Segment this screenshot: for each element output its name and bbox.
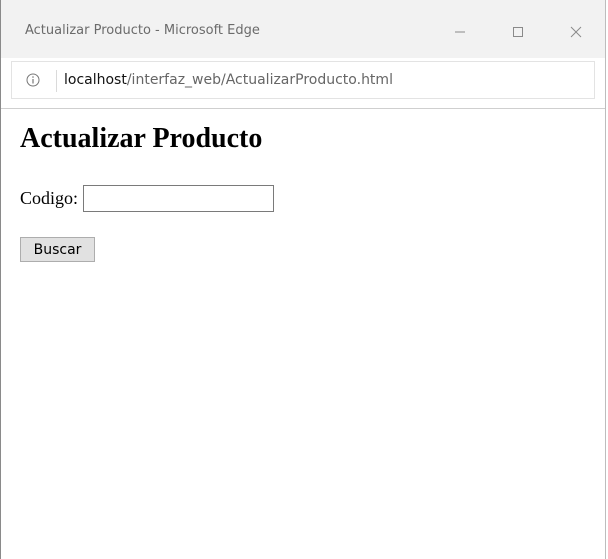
maximize-icon [513, 27, 523, 37]
codigo-label: Codigo: [20, 188, 79, 208]
address-bar[interactable]: localhost/interfaz_web/ActualizarProduct… [11, 61, 595, 99]
close-icon [570, 26, 582, 38]
title-bar[interactable]: Actualizar Producto - Microsoft Edge [1, 0, 605, 58]
close-button[interactable] [547, 12, 605, 52]
url-path: /interfaz_web/ActualizarProducto.html [126, 72, 393, 88]
codigo-input[interactable] [83, 185, 275, 212]
browser-window: Actualizar Producto - Microsoft Edge loc… [0, 0, 606, 559]
maximize-button[interactable] [489, 12, 547, 52]
minimize-icon [455, 31, 465, 33]
url-divider [56, 70, 57, 92]
window-title: Actualizar Producto - Microsoft Edge [25, 23, 260, 38]
url-host: localhost [64, 72, 127, 88]
window-controls [431, 12, 605, 52]
page-title: Actualizar Producto [20, 123, 263, 154]
codigo-row: Codigo: [20, 185, 275, 212]
url-text[interactable]: localhost/interfaz_web/ActualizarProduct… [64, 72, 393, 88]
minimize-button[interactable] [431, 12, 489, 52]
info-icon[interactable] [26, 73, 40, 87]
page-content: Actualizar Producto Codigo: Buscar [1, 109, 605, 559]
buscar-button[interactable]: Buscar [20, 237, 95, 262]
